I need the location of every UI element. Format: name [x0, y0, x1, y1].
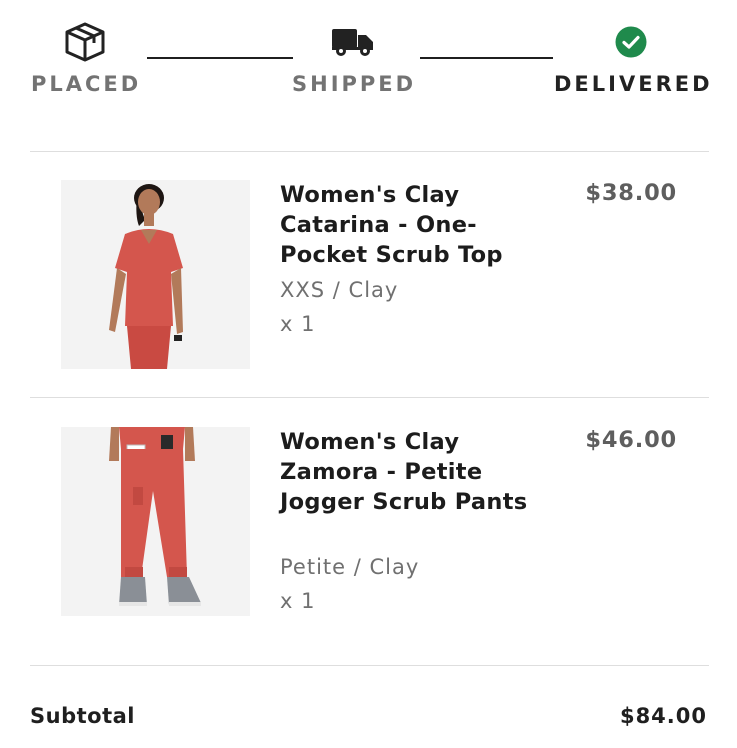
- progress-line-2: [420, 57, 553, 59]
- product-price: $46.00: [585, 427, 677, 453]
- check-circle-icon: [615, 26, 647, 58]
- order-status-page: PLACED SHIPPED DELIVERED Women's Clay Ca…: [0, 0, 737, 748]
- stage-label-placed: PLACED: [31, 72, 142, 96]
- product-quantity: x 1: [280, 312, 316, 336]
- progress-line-1: [147, 57, 293, 59]
- divider: [30, 397, 709, 398]
- stage-label-delivered: DELIVERED: [554, 72, 713, 96]
- product-name[interactable]: Women's Clay Catarina - One-Pocket Scrub…: [280, 180, 530, 270]
- product-name[interactable]: Women's Clay Zamora - Petite Jogger Scru…: [280, 427, 530, 517]
- product-quantity: x 1: [280, 589, 316, 613]
- product-variant: XXS / Clay: [280, 278, 399, 302]
- subtotal-label: Subtotal: [30, 704, 135, 728]
- delivery-truck-icon: [331, 27, 375, 57]
- subtotal-value: $84.00: [619, 704, 707, 728]
- order-tracker: PLACED SHIPPED DELIVERED: [0, 0, 737, 110]
- stage-label-shipped: SHIPPED: [292, 72, 417, 96]
- divider: [30, 151, 709, 152]
- product-image[interactable]: [61, 427, 250, 616]
- package-box-icon: [64, 22, 106, 62]
- product-variant: Petite / Clay: [280, 555, 420, 579]
- product-image[interactable]: [61, 180, 250, 369]
- product-price: $38.00: [585, 180, 677, 206]
- divider: [30, 665, 709, 666]
